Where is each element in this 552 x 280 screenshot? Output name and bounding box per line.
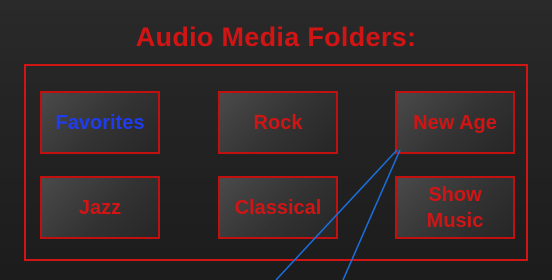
page-title: Audio Media Folders: xyxy=(135,22,417,52)
folder-button-favorites[interactable]: Favorites xyxy=(40,91,160,154)
folder-button-classical[interactable]: Classical xyxy=(218,176,338,239)
folder-button-new-age[interactable]: New Age xyxy=(395,91,515,154)
folder-button-show-music[interactable]: Show Music xyxy=(395,176,515,239)
folder-button-show-music-label: Show Music xyxy=(426,183,484,232)
folder-button-rock[interactable]: Rock xyxy=(218,91,338,154)
folder-button-jazz[interactable]: Jazz xyxy=(40,176,160,239)
